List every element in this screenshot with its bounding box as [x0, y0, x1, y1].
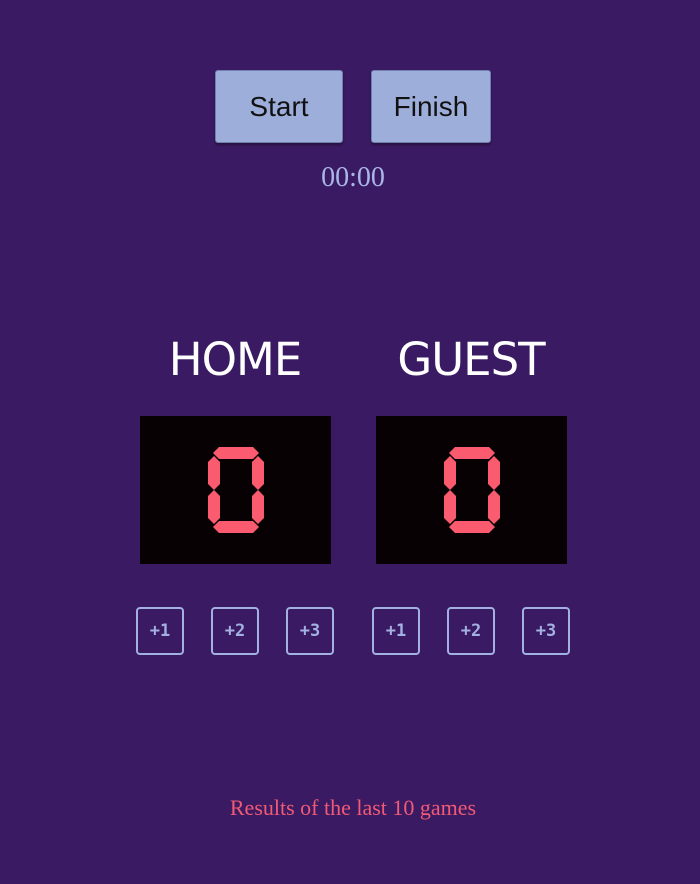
digit-segment-e	[207, 490, 220, 524]
digit-segment-d	[448, 521, 495, 533]
results-title: Results of the last 10 games	[229, 795, 477, 820]
digit-segment-e	[443, 490, 456, 524]
home-add-1-button[interactable]: +1	[136, 607, 184, 655]
guest-score-display: 0	[376, 416, 567, 564]
digit-segment-c	[251, 490, 264, 524]
guest-score-digit	[443, 447, 500, 533]
guest-label: GUEST	[397, 333, 545, 386]
digit-segment-b	[487, 456, 500, 490]
guest-add-1-button[interactable]: +1	[372, 607, 420, 655]
digit-segment-a	[212, 447, 259, 459]
home-add-3-button[interactable]: +3	[286, 607, 334, 655]
guest-add-2-button[interactable]: +2	[447, 607, 495, 655]
digit-segment-g	[450, 484, 494, 496]
digit-segment-g	[214, 484, 258, 496]
digit-segment-a	[448, 447, 495, 459]
digit-segment-f	[207, 456, 220, 490]
home-score-display: 0	[140, 416, 331, 564]
home-add-2-button[interactable]: +2	[211, 607, 259, 655]
digit-segment-b	[251, 456, 264, 490]
home-label: HOME	[168, 333, 303, 386]
start-button[interactable]: Start	[215, 70, 343, 143]
home-score-digit	[207, 447, 264, 533]
game-timer: 00:00	[321, 162, 385, 193]
finish-button[interactable]: Finish	[371, 70, 491, 143]
digit-segment-f	[443, 456, 456, 490]
digit-segment-c	[487, 490, 500, 524]
guest-add-3-button[interactable]: +3	[522, 607, 570, 655]
digit-segment-d	[212, 521, 259, 533]
